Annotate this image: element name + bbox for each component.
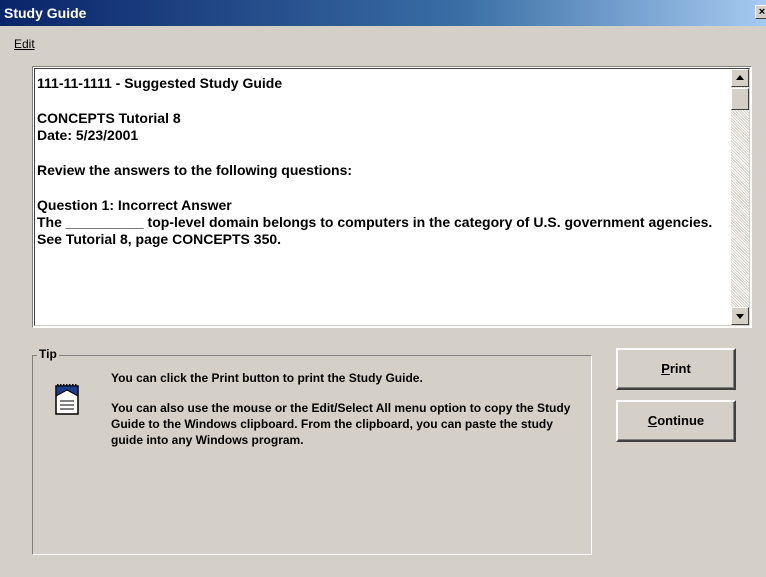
question-body: The __________ top-level domain belongs … bbox=[37, 214, 713, 230]
study-guide-text-area[interactable]: 111-11-1111 - Suggested Study Guide CONC… bbox=[32, 66, 752, 328]
review-instruction: Review the answers to the following ques… bbox=[37, 162, 353, 178]
tip-group: Tip You can click the Print button to pr… bbox=[32, 347, 592, 555]
continue-accel: C bbox=[647, 413, 658, 428]
scroll-down-button[interactable] bbox=[731, 307, 749, 325]
notepad-icon bbox=[55, 384, 79, 415]
title-bar: Study Guide × bbox=[0, 0, 766, 26]
menu-bar: Edit bbox=[0, 36, 766, 54]
print-button[interactable]: Print bbox=[616, 348, 736, 390]
study-heading: 111-11-1111 - Suggested Study Guide bbox=[37, 75, 283, 91]
tip-line-1: You can click the Print button to print … bbox=[111, 371, 423, 385]
close-icon[interactable]: × bbox=[755, 5, 766, 19]
continue-label-rest: ontinue bbox=[657, 413, 705, 428]
scroll-thumb[interactable] bbox=[731, 88, 749, 110]
tutorial-name: CONCEPTS Tutorial 8 bbox=[37, 110, 181, 126]
menu-edit-label: Edit bbox=[14, 37, 35, 51]
vertical-scrollbar[interactable] bbox=[731, 69, 749, 325]
menu-edit[interactable]: Edit bbox=[14, 37, 35, 51]
tip-text: You can click the Print button to print … bbox=[111, 370, 571, 448]
continue-button[interactable]: Continue bbox=[616, 400, 736, 442]
study-guide-content: 111-11-1111 - Suggested Study Guide CONC… bbox=[37, 75, 727, 248]
tip-legend: Tip bbox=[37, 347, 59, 361]
question-title: Question 1: Incorrect Answer bbox=[37, 197, 232, 213]
print-label-rest: rint bbox=[669, 361, 691, 376]
window-title: Study Guide bbox=[4, 5, 87, 21]
tip-line-2: You can also use the mouse or the Edit/S… bbox=[111, 401, 571, 447]
study-date: Date: 5/23/2001 bbox=[37, 127, 139, 143]
arrow-down-icon bbox=[736, 314, 744, 319]
question-reference: See Tutorial 8, page CONCEPTS 350. bbox=[37, 231, 282, 247]
print-accel: P bbox=[661, 361, 670, 376]
scroll-up-button[interactable] bbox=[731, 69, 749, 87]
arrow-up-icon bbox=[736, 75, 744, 80]
